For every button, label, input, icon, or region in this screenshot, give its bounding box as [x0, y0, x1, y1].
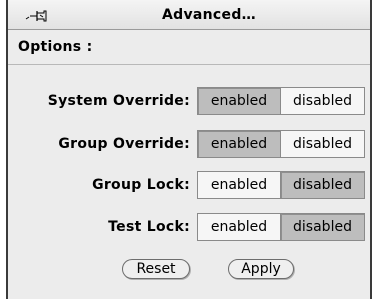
group-override-enabled-button[interactable]: enabled: [197, 130, 281, 158]
test-lock-disabled-button[interactable]: disabled: [281, 213, 365, 241]
apply-button[interactable]: Apply: [228, 259, 294, 279]
group-lock-row: Group Lock: enabled disabled: [8, 171, 370, 199]
group-override-toggle: enabled disabled: [197, 130, 365, 158]
test-lock-enabled-button[interactable]: enabled: [197, 213, 281, 241]
group-lock-disabled-button[interactable]: disabled: [281, 171, 365, 199]
group-lock-enabled-button[interactable]: enabled: [197, 171, 281, 199]
title-bar[interactable]: Advanced…: [8, 0, 370, 30]
divider: [8, 64, 370, 65]
group-override-row: Group Override: enabled disabled: [8, 130, 370, 158]
group-override-disabled-button[interactable]: disabled: [281, 130, 365, 158]
group-override-label: Group Override:: [58, 136, 190, 152]
group-lock-toggle: enabled disabled: [197, 171, 365, 199]
window-title: Advanced…: [162, 7, 256, 23]
test-lock-label: Test Lock:: [108, 219, 190, 235]
test-lock-toggle: enabled disabled: [197, 213, 365, 241]
group-lock-label: Group Lock:: [92, 177, 190, 193]
advanced-dialog: Advanced… Options : System Override: ena…: [6, 0, 372, 299]
system-override-disabled-button[interactable]: disabled: [281, 87, 365, 115]
reset-button[interactable]: Reset: [122, 259, 190, 279]
system-override-toggle: enabled disabled: [197, 87, 365, 115]
system-override-row: System Override: enabled disabled: [8, 87, 370, 115]
system-override-label: System Override:: [47, 93, 190, 109]
system-override-enabled-button[interactable]: enabled: [197, 87, 281, 115]
test-lock-row: Test Lock: enabled disabled: [8, 213, 370, 241]
options-heading: Options :: [18, 39, 93, 55]
